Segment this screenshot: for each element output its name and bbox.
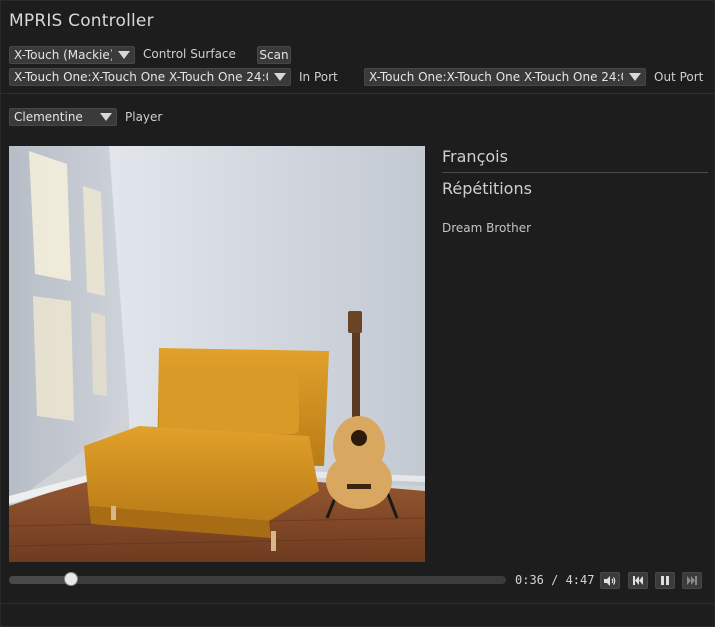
volume-button[interactable] <box>600 572 620 589</box>
out-port-value: X-Touch One:X-Touch One X-Touch One 24:0 <box>369 70 623 84</box>
next-track-button[interactable] <box>682 572 702 589</box>
chevron-down-icon <box>629 73 641 81</box>
in-port-dropdown[interactable]: X-Touch One:X-Touch One X-Touch One 24:0 <box>9 68 291 86</box>
track-title: François <box>442 147 508 166</box>
pause-button[interactable] <box>655 572 675 589</box>
player-value: Clementine <box>14 110 83 124</box>
in-port-value: X-Touch One:X-Touch One X-Touch One 24:0 <box>14 70 268 84</box>
divider <box>1 93 714 94</box>
title-divider <box>442 172 708 173</box>
window-title: MPRIS Controller <box>9 11 154 31</box>
chevron-down-icon <box>118 51 130 59</box>
previous-track-button[interactable] <box>628 572 648 589</box>
player-dropdown[interactable]: Clementine <box>9 108 117 126</box>
chevron-down-icon <box>100 113 112 121</box>
scan-button[interactable]: Scan <box>257 46 291 64</box>
control-surface-dropdown[interactable]: X-Touch (Mackie) <box>9 46 135 64</box>
out-port-label: Out Port <box>654 70 704 84</box>
seek-slider[interactable] <box>9 572 506 586</box>
playback-time: 0:36 / 4:47 <box>515 573 595 587</box>
app-window: MPRIS Controller X-Touch (Mackie) Contro… <box>0 0 715 627</box>
control-surface-value: X-Touch (Mackie) <box>14 48 112 62</box>
control-surface-label: Control Surface <box>143 47 236 61</box>
previous-track-icon <box>633 576 643 585</box>
player-label: Player <box>125 110 163 124</box>
next-track-icon <box>687 576 697 585</box>
out-port-dropdown[interactable]: X-Touch One:X-Touch One X-Touch One 24:0 <box>364 68 646 86</box>
pause-icon <box>661 576 669 585</box>
seek-slider-handle[interactable] <box>64 572 79 586</box>
chevron-down-icon <box>274 73 286 81</box>
status-bar-divider <box>1 603 714 604</box>
seek-slider-fill <box>9 576 72 584</box>
artist-name: Dream Brother <box>442 221 532 235</box>
volume-icon <box>604 575 616 586</box>
in-port-label: In Port <box>299 70 338 84</box>
album-name: Répétitions <box>442 179 532 198</box>
album-art-image <box>9 146 425 562</box>
